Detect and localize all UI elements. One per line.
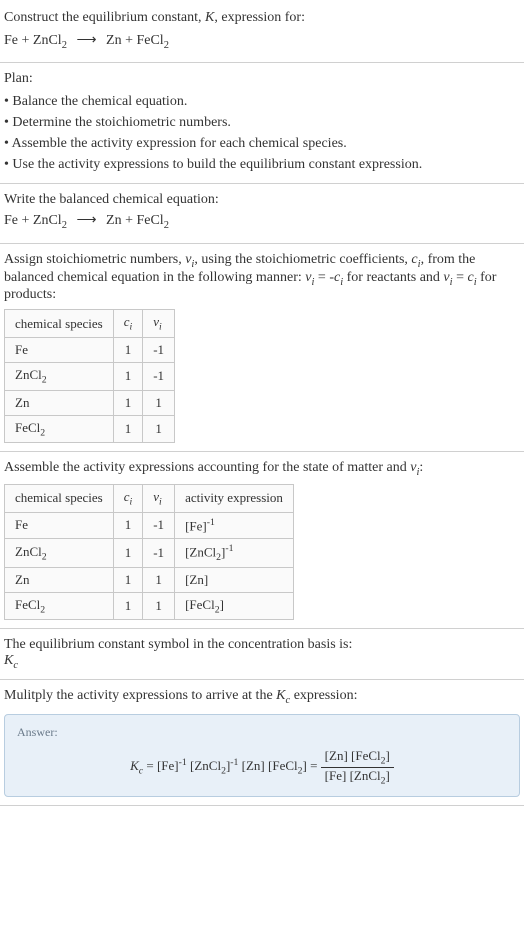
- activity-table: chemical species ci νi activity expressi…: [4, 484, 294, 620]
- plan-section: Plan: • Balance the chemical equation. •…: [0, 63, 524, 184]
- cell-species: ZnCl2: [5, 538, 114, 567]
- cell-v: 1: [143, 592, 175, 620]
- balanced-section: Write the balanced chemical equation: Fe…: [0, 184, 524, 244]
- table-header: chemical species: [5, 484, 114, 512]
- cell-species: Fe: [5, 512, 114, 538]
- cell-species: FeCl2: [5, 592, 114, 620]
- symbol-kc: Kc: [4, 653, 520, 671]
- stoich-intro: Assign stoichiometric numbers, νi, using…: [4, 252, 520, 304]
- cell-v: 1: [143, 567, 175, 592]
- cell-c: 1: [113, 362, 143, 390]
- answer-equation: Kc = [Fe]-1 [ZnCl2]-1 [Zn] [FeCl2] = [Zn…: [17, 748, 507, 786]
- plan-title: Plan:: [4, 71, 520, 87]
- multiply-section: Mulitply the activity expressions to arr…: [0, 680, 524, 806]
- activity-section: Assemble the activity expressions accoun…: [0, 452, 524, 629]
- table-header: ci: [113, 484, 143, 512]
- plan-list: • Balance the chemical equation. • Deter…: [4, 91, 520, 175]
- cell-c: 1: [113, 337, 143, 362]
- header-equation: Fe + ZnCl2 ⟶ Zn + FeCl2: [4, 30, 520, 55]
- table-row: FeCl2 1 1: [5, 415, 175, 443]
- cell-species: Fe: [5, 337, 114, 362]
- answer-label: Answer:: [17, 725, 507, 740]
- table-row: Zn 1 1: [5, 390, 175, 415]
- cell-expr: [Fe]-1: [175, 512, 294, 538]
- balanced-equation: Fe + ZnCl2 ⟶ Zn + FeCl2: [4, 210, 520, 235]
- cell-species: Zn: [5, 567, 114, 592]
- stoich-section: Assign stoichiometric numbers, νi, using…: [0, 244, 524, 452]
- plan-item: • Balance the chemical equation.: [4, 91, 520, 112]
- cell-expr: [FeCl2]: [175, 592, 294, 620]
- activity-title: Assemble the activity expressions accoun…: [4, 460, 520, 478]
- plan-item: • Determine the stoichiometric numbers.: [4, 112, 520, 133]
- table-header: νi: [143, 310, 175, 338]
- table-row: FeCl2 1 1 [FeCl2]: [5, 592, 294, 620]
- cell-species: FeCl2: [5, 415, 114, 443]
- cell-v: -1: [143, 362, 175, 390]
- balanced-title: Write the balanced chemical equation:: [4, 192, 520, 208]
- answer-box: Answer: Kc = [Fe]-1 [ZnCl2]-1 [Zn] [FeCl…: [4, 714, 520, 797]
- cell-c: 1: [113, 390, 143, 415]
- cell-expr: [ZnCl2]-1: [175, 538, 294, 567]
- cell-v: -1: [143, 538, 175, 567]
- cell-v: -1: [143, 337, 175, 362]
- cell-v: 1: [143, 390, 175, 415]
- table-row: Zn 1 1 [Zn]: [5, 567, 294, 592]
- table-row: ZnCl2 1 -1 [ZnCl2]-1: [5, 538, 294, 567]
- stoich-table: chemical species ci νi Fe 1 -1 ZnCl2 1 -…: [4, 309, 175, 443]
- cell-c: 1: [113, 512, 143, 538]
- cell-c: 1: [113, 592, 143, 620]
- header-section: Construct the equilibrium constant, K, e…: [0, 0, 524, 63]
- symbol-section: The equilibrium constant symbol in the c…: [0, 629, 524, 680]
- cell-species: ZnCl2: [5, 362, 114, 390]
- multiply-title: Mulitply the activity expressions to arr…: [4, 688, 520, 706]
- table-row: Fe 1 -1: [5, 337, 175, 362]
- table-row: ZnCl2 1 -1: [5, 362, 175, 390]
- cell-expr: [Zn]: [175, 567, 294, 592]
- symbol-text: The equilibrium constant symbol in the c…: [4, 637, 520, 653]
- plan-item: • Use the activity expressions to build …: [4, 154, 520, 175]
- cell-v: 1: [143, 415, 175, 443]
- table-header: chemical species: [5, 310, 114, 338]
- cell-c: 1: [113, 415, 143, 443]
- cell-v: -1: [143, 512, 175, 538]
- table-header: ci: [113, 310, 143, 338]
- cell-c: 1: [113, 567, 143, 592]
- table-row: Fe 1 -1 [Fe]-1: [5, 512, 294, 538]
- cell-c: 1: [113, 538, 143, 567]
- plan-item: • Assemble the activity expression for e…: [4, 133, 520, 154]
- cell-species: Zn: [5, 390, 114, 415]
- table-header: activity expression: [175, 484, 294, 512]
- table-header: νi: [143, 484, 175, 512]
- prompt-text: Construct the equilibrium constant, K, e…: [4, 8, 520, 28]
